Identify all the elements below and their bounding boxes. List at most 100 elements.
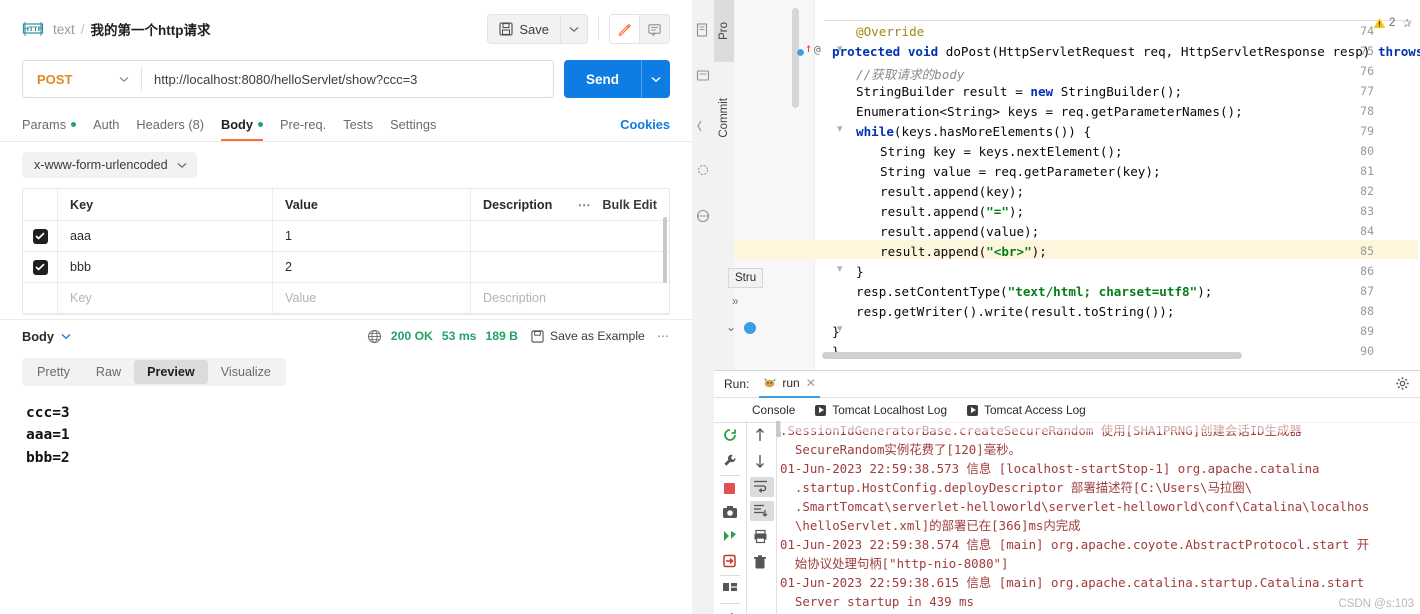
code-line[interactable]: protected void doPost(HttpServletRequest… bbox=[814, 44, 1420, 59]
response-body-select[interactable]: Body bbox=[22, 329, 71, 344]
tab-params[interactable]: Params bbox=[22, 111, 77, 137]
empty-value-input[interactable]: Value bbox=[273, 283, 471, 313]
breadcrumb-collection[interactable]: text bbox=[53, 22, 75, 37]
method-select[interactable]: POST bbox=[23, 72, 141, 87]
url-input-group: POST http://localhost:8080/helloServlet/… bbox=[22, 60, 554, 98]
code-line[interactable]: String value = req.getParameter(key); bbox=[814, 164, 1161, 179]
row-key[interactable]: bbb bbox=[58, 252, 273, 282]
tab-auth[interactable]: Auth bbox=[93, 111, 119, 137]
table-row[interactable]: aaa 1 bbox=[23, 221, 669, 252]
cookies-link[interactable]: Cookies bbox=[620, 117, 670, 132]
console-toolbar-secondary bbox=[746, 421, 777, 614]
row-value[interactable]: 2 bbox=[273, 252, 471, 282]
code-line[interactable]: //获取请求的body bbox=[814, 64, 964, 83]
code-editor[interactable]: @Override protected void doPost(HttpServl… bbox=[814, 0, 1420, 370]
header-icon-group bbox=[609, 14, 670, 44]
code-line[interactable]: result.append("="); bbox=[814, 204, 1024, 219]
plugins-icon[interactable] bbox=[695, 162, 711, 178]
scroll-to-end-icon[interactable] bbox=[753, 503, 769, 519]
body-type-select[interactable]: x-www-form-urlencoded bbox=[22, 152, 197, 178]
database-icon[interactable] bbox=[695, 208, 711, 224]
body-type-row: x-www-form-urlencoded bbox=[0, 152, 692, 178]
save-as-example-button[interactable]: Save as Example bbox=[531, 329, 645, 343]
project-files-icon[interactable] bbox=[695, 22, 711, 38]
console-tab-localhost-log[interactable]: Tomcat Localhost Log bbox=[815, 403, 947, 417]
editor-inspection-status[interactable]: 2 ✰ bbox=[1373, 16, 1412, 30]
row-value[interactable]: 1 bbox=[273, 221, 471, 251]
save-button[interactable]: Save bbox=[487, 14, 561, 44]
view-tab-preview[interactable]: Preview bbox=[134, 360, 208, 384]
table-row[interactable]: bbb 2 bbox=[23, 252, 669, 283]
empty-key-input[interactable]: Key bbox=[58, 283, 273, 313]
response-more-icon[interactable]: ⋯ bbox=[657, 329, 670, 343]
run-tab[interactable]: run ✕ bbox=[759, 370, 820, 398]
code-line[interactable]: Enumeration<String> keys = req.getParame… bbox=[814, 104, 1243, 119]
table-empty-row[interactable]: Key Value Description bbox=[23, 283, 669, 314]
close-icon[interactable]: ✕ bbox=[806, 376, 816, 390]
inspection-icon[interactable]: ✰ bbox=[1402, 16, 1412, 30]
debug-frames-icon[interactable] bbox=[722, 529, 738, 545]
arrow-up-icon[interactable] bbox=[753, 427, 769, 443]
tab-settings[interactable]: Settings bbox=[390, 111, 436, 137]
view-tab-raw[interactable]: Raw bbox=[83, 360, 134, 384]
empty-description-input[interactable]: Description bbox=[471, 291, 669, 305]
gear-icon[interactable] bbox=[1395, 376, 1410, 394]
edit-request-button[interactable] bbox=[609, 14, 640, 44]
toolbar-divider bbox=[720, 475, 740, 476]
bulk-edit-button[interactable]: Bulk Edit bbox=[602, 198, 657, 212]
override-marker-icon[interactable]: ↑ bbox=[805, 41, 812, 55]
comment-button[interactable] bbox=[640, 14, 670, 44]
tab-headers-label: Headers (8) bbox=[136, 116, 204, 132]
breadcrumb-request-name[interactable]: 我的第一个http请求 bbox=[91, 19, 211, 39]
row-checkbox[interactable] bbox=[32, 228, 48, 244]
chevron-down-icon[interactable]: ⌄ bbox=[726, 320, 736, 334]
print-icon[interactable] bbox=[753, 529, 769, 545]
soft-wrap-icon[interactable] bbox=[753, 479, 769, 495]
send-button[interactable]: Send bbox=[563, 60, 641, 98]
save-dropdown-button[interactable] bbox=[561, 14, 588, 44]
code-line[interactable]: } bbox=[814, 324, 840, 339]
tab-body[interactable]: Body bbox=[221, 111, 263, 141]
exit-icon[interactable] bbox=[722, 553, 738, 569]
editor-horizontal-scrollbar[interactable] bbox=[822, 352, 1242, 359]
rerun-icon[interactable] bbox=[722, 427, 738, 443]
code-line[interactable]: result.append(value); bbox=[814, 224, 1039, 239]
send-dropdown-button[interactable] bbox=[641, 60, 670, 98]
console-tab-access-log[interactable]: Tomcat Access Log bbox=[967, 403, 1086, 417]
sidebar-item-commit[interactable]: Commit bbox=[714, 62, 735, 174]
code-line[interactable]: while(keys.hasMoreElements()) { bbox=[814, 124, 1091, 139]
expand-tool-window-icon[interactable]: » bbox=[732, 296, 738, 308]
sidebar-item-project[interactable]: Pro bbox=[714, 0, 735, 62]
row-checkbox[interactable] bbox=[32, 259, 48, 275]
url-input[interactable]: http://localhost:8080/helloServlet/show?… bbox=[142, 72, 553, 87]
row-key[interactable]: aaa bbox=[58, 221, 273, 251]
run-gutter-icon[interactable] bbox=[796, 45, 805, 60]
tab-headers[interactable]: Headers (8) bbox=[136, 111, 204, 137]
tab-tests[interactable]: Tests bbox=[343, 111, 373, 137]
stop-icon[interactable] bbox=[722, 481, 738, 497]
console-output[interactable]: .SessionIdGeneratorBase.createSecureRand… bbox=[780, 421, 1420, 614]
view-tab-visualize[interactable]: Visualize bbox=[208, 360, 284, 384]
arrow-down-icon[interactable] bbox=[753, 453, 769, 469]
console-tab-console[interactable]: Console bbox=[752, 403, 795, 417]
ellipsis-icon[interactable]: ⋯ bbox=[578, 197, 592, 212]
code-line[interactable]: @Override bbox=[814, 24, 924, 39]
tab-prerequest[interactable]: Pre-req. bbox=[280, 111, 326, 137]
code-brackets-icon[interactable] bbox=[695, 118, 711, 134]
camera-icon[interactable] bbox=[722, 505, 738, 521]
code-line[interactable]: String key = keys.nextElement(); bbox=[814, 144, 1123, 159]
notifications-icon[interactable] bbox=[695, 68, 711, 84]
code-line[interactable]: resp.setContentType("text/html; charset=… bbox=[814, 284, 1212, 299]
trash-icon[interactable] bbox=[753, 555, 769, 571]
layout-icon[interactable] bbox=[722, 581, 738, 597]
view-tab-pretty[interactable]: Pretty bbox=[24, 360, 83, 384]
code-line[interactable]: resp.getWriter().write(result.toString()… bbox=[814, 304, 1174, 319]
code-line[interactable]: result.append(key); bbox=[814, 184, 1024, 199]
code-line[interactable]: StringBuilder result = new StringBuilder… bbox=[814, 84, 1182, 99]
code-line[interactable]: } bbox=[814, 264, 864, 279]
wrench-icon[interactable] bbox=[722, 453, 738, 469]
code-line[interactable]: result.append("<br>"); bbox=[814, 244, 1047, 259]
table-scrollbar[interactable] bbox=[663, 217, 667, 283]
structure-popup[interactable]: Stru bbox=[728, 268, 764, 288]
console-top-fade bbox=[780, 421, 1420, 432]
